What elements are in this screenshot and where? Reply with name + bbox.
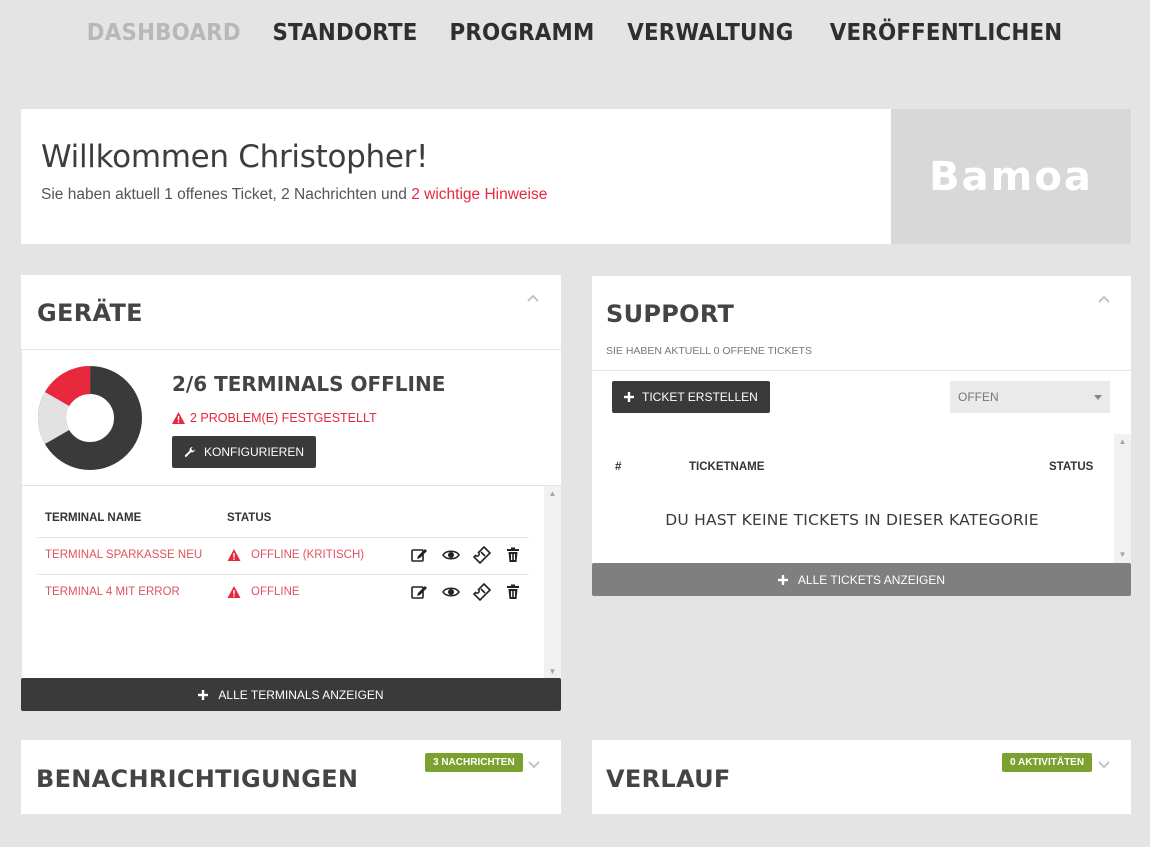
warning-icon (227, 549, 241, 561)
problem-indicator: 2 PROBLEM(E) FESTGESTELLT (172, 411, 377, 425)
configure-label: KONFIGURIEREN (204, 445, 305, 459)
collapse-chevron-icon[interactable] (1098, 292, 1110, 304)
notifications-title: BENACHRICHTIGUNGEN (36, 765, 359, 793)
col-status: STATUS (227, 512, 272, 524)
problem-text: 2 PROBLEM(E) FESTGESTELLT (190, 411, 377, 425)
view-eye-icon[interactable] (440, 546, 461, 564)
ticket-icon[interactable] (471, 583, 492, 601)
ticket-icon[interactable] (471, 546, 492, 564)
row-actions (409, 583, 523, 601)
row-actions (409, 546, 523, 564)
notifications-card: BENACHRICHTIGUNGEN 3 NACHRICHTEN (21, 740, 561, 814)
trash-icon[interactable] (502, 546, 523, 564)
terminals-scrollbar[interactable]: ▲ ▼ (544, 486, 561, 680)
support-title: SUPPORT (606, 300, 735, 328)
plus-icon (777, 574, 788, 585)
ticket-status-value: OFFEN (958, 390, 999, 404)
logo: Bamoa (891, 109, 1131, 244)
show-all-terminals-label: ALLE TERMINALS ANZEIGEN (218, 687, 384, 702)
terminal-name[interactable]: TERMINAL SPARKASSE NEU (45, 549, 202, 561)
nav-standorte[interactable]: STANDORTE (273, 20, 418, 46)
logo-text: Bamoa (929, 153, 1093, 200)
devices-header: GERÄTE (21, 275, 561, 350)
view-eye-icon[interactable] (440, 583, 461, 601)
scroll-up-icon[interactable]: ▲ (544, 488, 561, 500)
warning-icon (172, 412, 185, 424)
support-header: SUPPORT SIE HABEN AKTUELL 0 OFFENE TICKE… (592, 276, 1131, 371)
welcome-title: Willkommen Christopher! (41, 139, 429, 175)
terminals-table: TERMINAL NAME STATUS TERMINAL SPARKASSE … (22, 485, 561, 680)
terminal-name[interactable]: TERMINAL 4 MIT ERROR (45, 586, 180, 598)
devices-summary: 2/6 TERMINALS OFFLINE 2 PROBLEM(E) FESTG… (22, 350, 561, 485)
history-badge: 0 AKTIVITÄTEN (1002, 753, 1093, 772)
trash-icon[interactable] (502, 583, 523, 601)
show-all-tickets-button[interactable]: ALLE TICKETS ANZEIGEN (592, 563, 1131, 596)
devices-title: GERÄTE (37, 299, 143, 327)
empty-tickets-message: DU HAST KEINE TICKETS IN DIESER KATEGORI… (665, 511, 1039, 529)
history-title: VERLAUF (606, 765, 731, 793)
nav-verwaltung[interactable]: VERWALTUNG (628, 20, 794, 46)
plus-icon (624, 392, 634, 402)
devices-card: GERÄTE 2/6 TERMINALS OFFLINE 2 PROBLEM(E… (21, 275, 561, 711)
dropdown-caret-icon (1094, 394, 1102, 400)
history-card: VERLAUF 0 AKTIVITÄTEN (592, 740, 1131, 814)
important-notices-link[interactable]: 2 wichtige Hinweise (411, 186, 547, 203)
edit-icon[interactable] (409, 546, 430, 564)
tickets-scrollbar[interactable]: ▲ ▼ (1114, 434, 1131, 563)
nav-programm[interactable]: PROGRAMM (450, 20, 595, 46)
notifications-badge: 3 NACHRICHTEN (425, 753, 523, 772)
configure-button[interactable]: KONFIGURIEREN (172, 436, 317, 468)
terminal-status: OFFLINE (KRITISCH) (227, 549, 364, 561)
expand-chevron-icon[interactable] (1098, 758, 1110, 770)
scroll-up-icon[interactable]: ▲ (1114, 436, 1131, 448)
create-ticket-button[interactable]: TICKET ERSTELLEN (612, 381, 770, 413)
terminal-status-text: OFFLINE (251, 586, 300, 598)
collapse-chevron-icon[interactable] (527, 291, 539, 303)
plus-icon (198, 689, 209, 700)
col-ticket-name: TICKETNAME (689, 461, 765, 473)
table-row[interactable]: TERMINAL SPARKASSE NEU OFFLINE (KRITISCH… (37, 537, 529, 574)
welcome-text: Sie haben aktuell 1 offenes Ticket, 2 Na… (41, 186, 547, 204)
table-row[interactable]: TERMINAL 4 MIT ERROR OFFLINE (37, 574, 529, 611)
nav-dashboard[interactable]: DASHBOARD (87, 20, 241, 46)
terminals-donut-chart (38, 366, 142, 470)
show-all-terminals-button[interactable]: ALLE TERMINALS ANZEIGEN (21, 678, 561, 711)
nav-veroeffentlichen[interactable]: VERÖFFENTLICHEN (830, 20, 1063, 46)
edit-icon[interactable] (409, 583, 430, 601)
ticket-status-select[interactable]: OFFEN (950, 381, 1110, 413)
wrench-icon (184, 446, 196, 457)
scroll-down-icon[interactable]: ▼ (1114, 549, 1131, 561)
support-card: SUPPORT SIE HABEN AKTUELL 0 OFFENE TICKE… (592, 276, 1131, 596)
welcome-text-main: Sie haben aktuell 1 offenes Ticket, 2 Na… (41, 186, 412, 203)
warning-icon (227, 586, 241, 598)
welcome-panel: Willkommen Christopher! Sie haben aktuel… (21, 109, 1131, 244)
main-nav: DASHBOARD STANDORTE PROGRAMM VERWALTUNG … (0, 20, 1150, 46)
support-subtitle: SIE HABEN AKTUELL 0 OFFENE TICKETS (606, 345, 812, 357)
col-terminal-name: TERMINAL NAME (45, 512, 142, 524)
terminal-status-text: OFFLINE (KRITISCH) (251, 549, 365, 561)
support-body: TICKET ERSTELLEN OFFEN # TICKETNAME STAT… (592, 371, 1131, 563)
col-ticket-status: STATUS (1049, 461, 1094, 473)
terminals-offline-headline: 2/6 TERMINALS OFFLINE (172, 372, 446, 396)
col-ticket-number: # (615, 461, 622, 473)
terminal-status: OFFLINE (227, 586, 300, 598)
create-ticket-label: TICKET ERSTELLEN (642, 390, 758, 404)
scroll-down-icon[interactable]: ▼ (544, 666, 561, 678)
expand-chevron-icon[interactable] (528, 758, 540, 770)
show-all-tickets-label: ALLE TICKETS ANZEIGEN (797, 572, 946, 587)
